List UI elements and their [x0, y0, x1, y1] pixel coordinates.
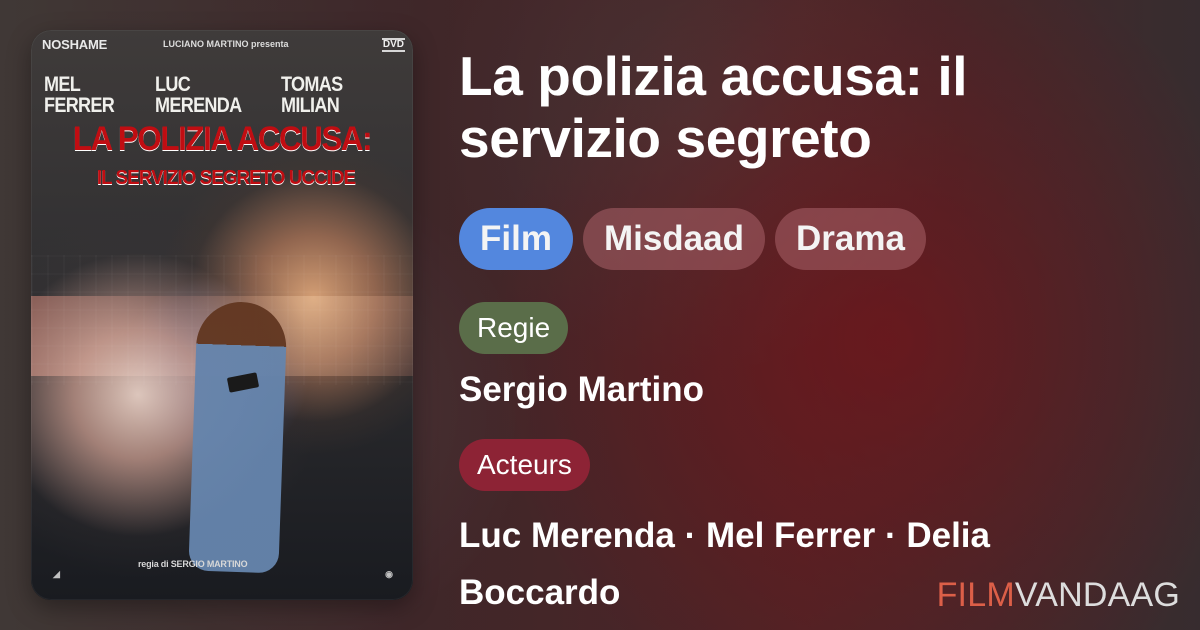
site-logo-suffix: VANDAAG: [1014, 576, 1180, 614]
director-name[interactable]: Sergio Martino: [459, 370, 1119, 411]
poster-frame: [31, 30, 413, 600]
genre-pill-film[interactable]: Film: [459, 208, 573, 271]
site-logo[interactable]: FILMVANDAAG: [937, 576, 1180, 615]
movie-details: La polizia accusa: il servizio segreto F…: [459, 45, 1119, 621]
genre-pill-misdaad[interactable]: Misdaad: [582, 208, 765, 271]
genre-pill-drama[interactable]: Drama: [775, 208, 926, 271]
actors-label: Acteurs: [459, 438, 590, 491]
movie-share-card: NOSHAME LUCIANO MARTINO presenta DVD MEL…: [0, 0, 1200, 630]
site-logo-prefix: FILM: [936, 576, 1015, 614]
movie-title: La polizia accusa: il servizio segreto: [459, 45, 968, 170]
movie-poster[interactable]: NOSHAME LUCIANO MARTINO presenta DVD MEL…: [31, 30, 413, 600]
genre-list: Film Misdaad Drama: [459, 208, 1119, 271]
director-label: Regie: [459, 302, 569, 355]
